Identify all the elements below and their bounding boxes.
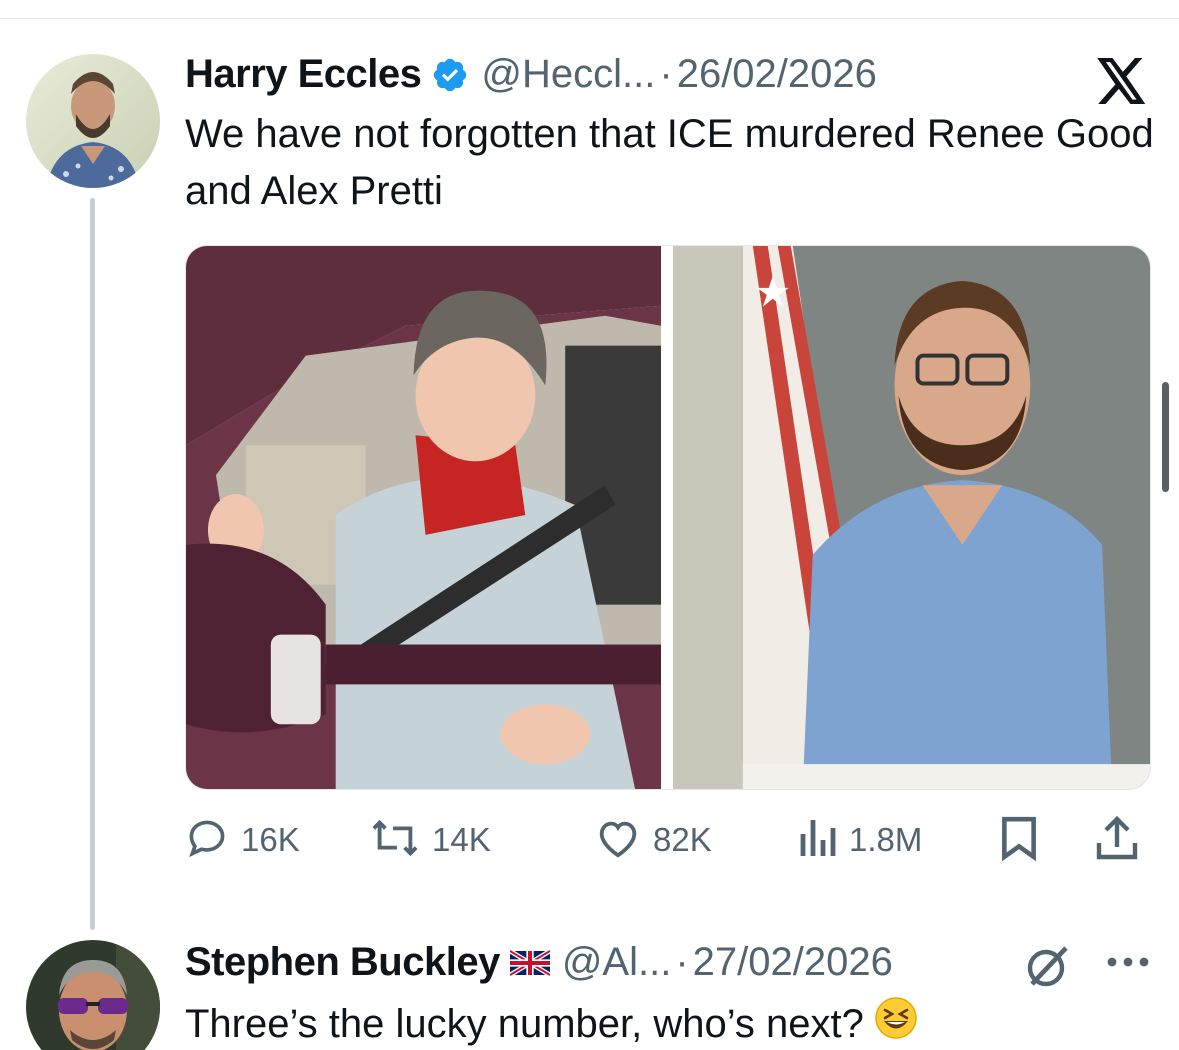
repost-count: 14K [432, 821, 491, 858]
verified-badge-icon [431, 56, 469, 94]
photo-man-in-scrubs[interactable] [673, 246, 1150, 789]
reply-count: 16K [241, 821, 300, 858]
author-avatar-harry[interactable] [26, 54, 160, 188]
views-count: 1.8M [849, 821, 923, 858]
grinning-squinting-face-emoji [874, 996, 918, 1050]
reply-button[interactable]: 16K [185, 812, 300, 868]
main-tweet-header: Harry Eccles @Heccl... · 26/02/2026 [185, 52, 877, 97]
bookmark-icon [1000, 815, 1038, 866]
main-tweet-text: We have not forgotten that ICE murdered … [185, 112, 1154, 213]
more-options-icon[interactable] [1104, 946, 1152, 978]
grok-icon[interactable] [1022, 944, 1074, 988]
reply-icon [185, 816, 229, 865]
reply-tweet-body: Three’s the lucky number, who’s next? [185, 1002, 864, 1046]
thread-connector-line [90, 198, 95, 930]
reply-tweet-date[interactable]: 27/02/2026 [693, 940, 893, 985]
author-handle[interactable]: @Heccl... [481, 52, 655, 97]
tweet-action-bar: 16K 14K 82K 1.8M [185, 812, 1151, 868]
reply-tweet-text: Three’s the lucky number, who’s next? [185, 996, 918, 1050]
views-icon [797, 816, 837, 865]
photo-woman-in-car[interactable] [186, 246, 661, 789]
share-icon [1095, 815, 1139, 866]
reply-author-name[interactable]: Stephen Buckley [185, 940, 500, 985]
like-button[interactable]: 82K [595, 812, 712, 868]
repost-button[interactable]: 14K [370, 812, 491, 868]
separator-dot: · [659, 52, 673, 96]
bookmark-button[interactable] [1000, 812, 1038, 868]
x-logo-icon [1096, 58, 1148, 104]
tweet-date[interactable]: 26/02/2026 [677, 52, 877, 97]
author-avatar-stephen[interactable] [26, 940, 160, 1050]
top-divider [0, 18, 1179, 19]
separator-dot: · [675, 940, 689, 984]
tweet-media-grid[interactable] [185, 245, 1151, 790]
share-button[interactable] [1095, 812, 1139, 868]
repost-icon [370, 816, 420, 865]
heart-icon [595, 816, 641, 865]
views-button[interactable]: 1.8M [797, 812, 922, 868]
scrollbar-thumb[interactable] [1162, 382, 1169, 492]
author-name[interactable]: Harry Eccles [185, 52, 422, 97]
reply-author-handle[interactable]: @Al... [562, 940, 672, 985]
like-count: 82K [653, 821, 712, 858]
reply-tweet-header: Stephen Buckley @Al... · 27/02/2026 [185, 940, 893, 985]
uk-flag-icon [509, 949, 550, 976]
